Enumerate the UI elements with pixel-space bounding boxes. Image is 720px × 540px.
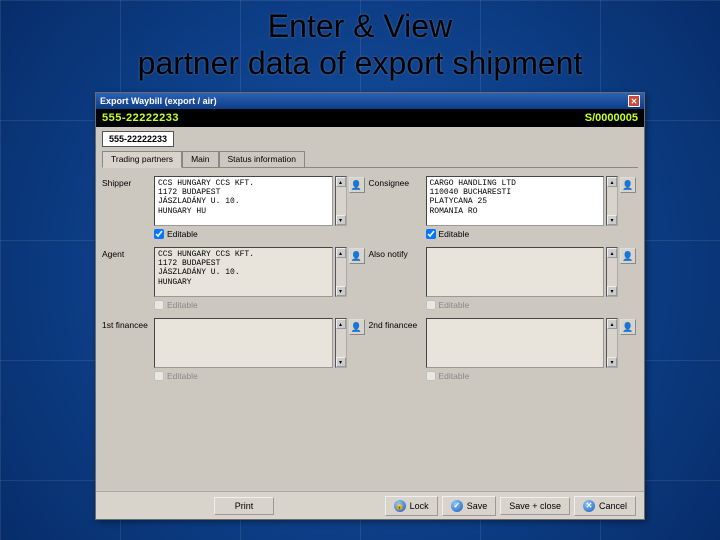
consignee-textarea[interactable]: CARGO HANDLING LTD 110040 BUCHARESTI PLA… <box>426 176 605 226</box>
sub-header: 555-22222233 <box>96 127 644 147</box>
shipper-label: Shipper <box>102 176 152 226</box>
fin1-label: 1st financee <box>102 318 152 368</box>
agent-scrollbar[interactable]: ▴▾ <box>335 247 347 297</box>
shipper-editable-checkbox[interactable]: Editable <box>154 229 347 239</box>
save-close-button[interactable]: Save + close <box>500 497 570 515</box>
agent-lookup-icon[interactable]: 👤 <box>349 248 365 264</box>
alsonotify-editable-checkbox[interactable]: Editable <box>426 300 619 310</box>
shipper-textarea[interactable]: CCS HUNGARY CCS KFT. 1172 BUDAPEST JÁSZL… <box>154 176 333 226</box>
consignee-label: Consignee <box>369 176 424 226</box>
consignee-lookup-icon[interactable]: 👤 <box>620 177 636 193</box>
tab-main[interactable]: Main <box>182 151 218 167</box>
header-shipment-id: S/0000005 <box>585 112 638 124</box>
alsonotify-lookup-icon[interactable]: 👤 <box>620 248 636 264</box>
tab-trading-partners[interactable]: Trading partners <box>102 151 182 168</box>
shipper-scrollbar[interactable]: ▴▾ <box>335 176 347 226</box>
save-button[interactable]: ✓ Save <box>442 496 497 516</box>
fin2-textarea[interactable] <box>426 318 605 368</box>
agent-editable-checkbox[interactable]: Editable <box>154 300 347 310</box>
footer-toolbar: Print 🔒 Lock ✓ Save Save + close ✕ Cance… <box>96 491 644 519</box>
trading-partners-panel: Shipper CCS HUNGARY CCS KFT. 1172 BUDAPE… <box>96 168 644 498</box>
print-button[interactable]: Print <box>214 497 274 515</box>
fin1-textarea[interactable] <box>154 318 333 368</box>
fin2-lookup-icon[interactable]: 👤 <box>620 319 636 335</box>
cancel-icon: ✕ <box>583 500 595 512</box>
alsonotify-scrollbar[interactable]: ▴▾ <box>606 247 618 297</box>
consignee-scrollbar[interactable]: ▴▾ <box>606 176 618 226</box>
alsonotify-label: Also notify <box>369 247 424 297</box>
window-title: Export Waybill (export / air) <box>100 96 217 106</box>
fin1-scrollbar[interactable]: ▴▾ <box>335 318 347 368</box>
window-titlebar[interactable]: Export Waybill (export / air) ✕ <box>96 93 644 109</box>
agent-label: Agent <box>102 247 152 297</box>
alsonotify-textarea[interactable] <box>426 247 605 297</box>
waybill-number-box[interactable]: 555-22222233 <box>102 131 174 147</box>
tab-status-information[interactable]: Status information <box>219 151 306 167</box>
fin1-editable-checkbox[interactable]: Editable <box>154 371 347 381</box>
cancel-button[interactable]: ✕ Cancel <box>574 496 636 516</box>
consignee-editable-checkbox[interactable]: Editable <box>426 229 619 239</box>
header-waybill-number: 555-22222233 <box>102 112 179 124</box>
title-line-2: partner data of export shipment <box>138 45 583 81</box>
shipper-lookup-icon[interactable]: 👤 <box>349 177 365 193</box>
fin2-label: 2nd financee <box>369 318 424 368</box>
fin1-lookup-icon[interactable]: 👤 <box>349 319 365 335</box>
lock-button[interactable]: 🔒 Lock <box>385 496 438 516</box>
header-strip: 555-22222233 S/0000005 <box>96 109 644 127</box>
lock-icon: 🔒 <box>394 500 406 512</box>
title-line-1: Enter & View <box>268 8 452 44</box>
slide-title: Enter & View partner data of export ship… <box>0 0 720 82</box>
fin2-scrollbar[interactable]: ▴▾ <box>606 318 618 368</box>
fin2-editable-checkbox[interactable]: Editable <box>426 371 619 381</box>
export-waybill-window: Export Waybill (export / air) ✕ 555-2222… <box>95 92 645 520</box>
close-icon[interactable]: ✕ <box>628 95 640 107</box>
agent-textarea[interactable]: CCS HUNGARY CCS KFT. 1172 BUDAPEST JÁSZL… <box>154 247 333 297</box>
tab-strip: Trading partners Main Status information <box>102 151 638 168</box>
save-icon: ✓ <box>451 500 463 512</box>
